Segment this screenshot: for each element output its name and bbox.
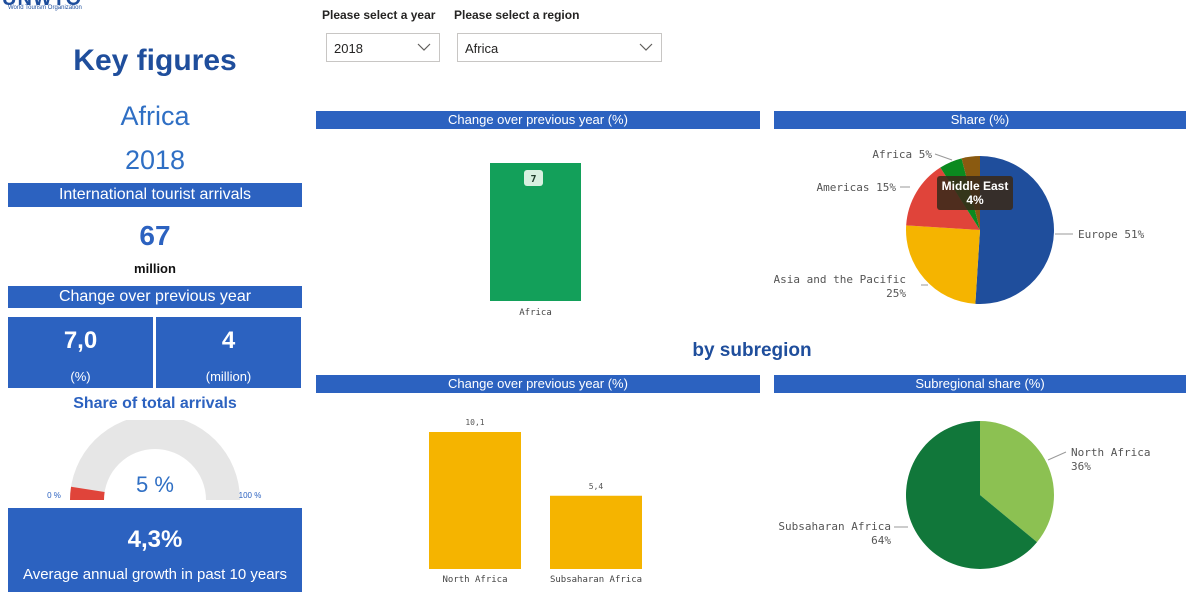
share-pie-chart: Europe 51% Asia and the Pacific25% America… [774, 148, 1145, 304]
gauge-value-label: 5 % [136, 472, 174, 497]
pie-label-africa: Africa 5% [872, 148, 932, 161]
selected-year-label: 2018 [124, 145, 186, 175]
pie-label-asia: Asia and the Pacific [774, 273, 906, 286]
region-filter-label: Please select a region [454, 8, 580, 22]
leader-line [934, 153, 953, 161]
region-dropdown[interactable]: Africa [457, 33, 662, 62]
bar-subsaharan-africa[interactable] [550, 495, 642, 569]
by-subregion-title: by subregion [692, 340, 812, 361]
pie-label-subsaharan: Subsaharan Africa [778, 520, 891, 533]
growth-label: Average annual growth in past 10 years [22, 566, 288, 583]
x-tick-label: Subsaharan Africa [550, 575, 642, 585]
pie-label-subsaharan-value: 64% [871, 534, 891, 547]
change-million-card: 4 (million) [156, 317, 301, 388]
chevron-down-icon [417, 43, 431, 51]
year-dropdown-value: 2018 [334, 41, 363, 56]
pie-label-europe: Europe 51% [1078, 228, 1145, 241]
subregional-share-pie-chart: North Africa36% Subsaharan Africa64% [778, 421, 1150, 569]
change-pct-value: 7,0 [63, 327, 98, 354]
growth-value: 4,3% [127, 526, 183, 553]
x-tick-label: Africa [519, 308, 552, 318]
change-region-header: Change over previous year (%) [316, 111, 760, 129]
subregion-change-chart: 10,1 North Africa 5,4 Subsaharan Africa [429, 418, 642, 585]
gauge-max-label: 100 % [239, 491, 262, 500]
bar-data-label: 5,4 [589, 482, 604, 491]
arrivals-header: International tourist arrivals [8, 183, 302, 207]
year-filter-label: Please select a year [322, 8, 436, 22]
share-of-total-title: Share of total arrivals [73, 395, 237, 412]
change-pct-unit: (%) [70, 369, 91, 384]
share-header: Share (%) [774, 111, 1186, 129]
logo-subtitle: World Tourism Organization [8, 5, 82, 11]
pie-label-americas: Americas 15% [817, 181, 897, 194]
change-header: Change over previous year [8, 286, 302, 308]
tooltip-value: 4% [966, 193, 984, 207]
share-gauge: 5 % 0 % 100 % [47, 420, 262, 500]
selected-region-label: Africa [120, 101, 190, 131]
change-million-unit: (million) [205, 369, 252, 384]
leader-line [1047, 451, 1067, 461]
subregional-share-header: Subregional share (%) [774, 375, 1186, 393]
pie-label-north-africa: North Africa [1071, 446, 1150, 459]
change-million-value: 4 [221, 327, 236, 354]
bar-data-label: 7 [530, 174, 536, 185]
gauge-min-label: 0 % [47, 491, 61, 500]
pie-label-north-africa-value: 36% [1071, 460, 1091, 473]
region-change-chart: 7 Africa [490, 163, 581, 318]
change-subregion-header: Change over previous year (%) [316, 375, 760, 393]
tooltip-title: Middle East [942, 179, 1009, 193]
x-tick-label: North Africa [442, 575, 507, 585]
change-pct-card: 7,0 (%) [8, 317, 153, 388]
chevron-down-icon [639, 43, 653, 51]
arrivals-unit: million [134, 261, 176, 276]
growth-card: 4,3% Average annual growth in past 10 ye… [8, 508, 302, 592]
bar-north-africa[interactable] [429, 432, 521, 569]
bar-data-label: 10,1 [465, 418, 484, 427]
pie-label-asia-value: 25% [886, 287, 906, 300]
arrivals-value: 67 [139, 220, 171, 251]
key-figures-title: Key figures [73, 44, 237, 77]
pie-slice-asia-and-the-pacific[interactable] [906, 225, 980, 304]
year-dropdown[interactable]: 2018 [326, 33, 440, 62]
region-dropdown-value: Africa [465, 41, 499, 56]
unwto-logo: UNWTO World Tourism Organization [0, 0, 140, 16]
